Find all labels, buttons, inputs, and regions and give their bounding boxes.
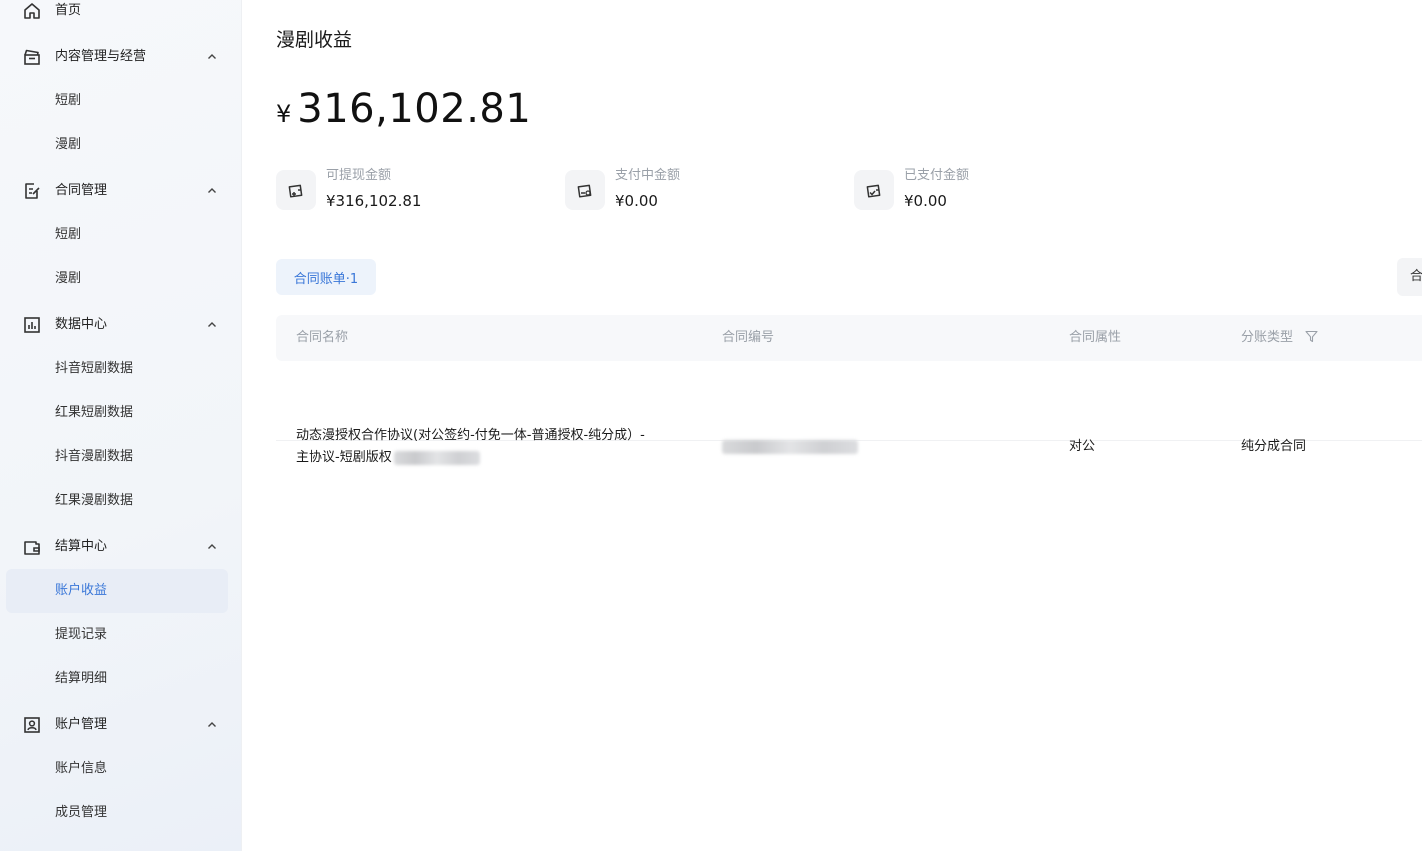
table-header: 合同名称 合同编号 合同属性 分账类型 (276, 315, 1422, 361)
sidebar-item-label: 首页 (55, 3, 82, 18)
clapperboard-icon (21, 46, 43, 68)
user-card-icon (21, 714, 43, 736)
sidebar-item-label: 漫剧 (55, 271, 82, 286)
sidebar-item-account-info[interactable]: 账户信息 (0, 747, 241, 791)
sidebar-group-content[interactable]: 内容管理与经营 (0, 35, 241, 79)
bar-chart-icon (21, 314, 43, 336)
stat-paid: 已支付金额 ¥0.00 (854, 168, 1104, 216)
cell-contract-number (722, 436, 858, 458)
sidebar-item-label: 账户信息 (55, 761, 108, 776)
total-currency: ¥ (276, 100, 292, 128)
redacted-text (393, 450, 480, 465)
page-title: 漫剧收益 (276, 29, 353, 51)
sidebar-item-content-short-drama[interactable]: 短剧 (0, 79, 241, 123)
sidebar-item-label: 抖音短剧数据 (55, 361, 134, 376)
chevron-up-icon[interactable] (206, 185, 218, 197)
cell-contract-name: 动态漫授权合作协议(对公签约-付免一体-普通授权-纯分成）- 主协议-短剧版权 (296, 425, 696, 469)
contract-table: 合同名称 合同编号 合同属性 分账类型 动态漫授权合作协议(对公签约-付免一体-… (276, 315, 1422, 465)
contract-name-line: 主协议-短剧版权 (296, 450, 392, 465)
total-earnings: ¥ 316,102.81 (276, 86, 531, 134)
sidebar-item-label: 红果短剧数据 (55, 405, 134, 420)
app: 首页 内容管理与经营 短剧 漫剧 合同管理 短剧 漫剧 数据中心 抖音短剧数据 … (0, 0, 1422, 851)
wallet-withdraw-icon (276, 170, 316, 210)
sidebar-item-label: 短剧 (55, 93, 82, 108)
stat-value: ¥0.00 (904, 192, 947, 210)
sidebar-item-contract-comic-drama[interactable]: 漫剧 (0, 257, 241, 301)
total-amount: 316,102.81 (297, 86, 532, 132)
sidebar-item-label: 成员管理 (55, 805, 108, 820)
contract-edit-icon (21, 180, 43, 202)
cell-split-type: 纯分成合同 (1241, 439, 1307, 454)
stat-value: ¥0.00 (615, 192, 658, 210)
sidebar-item-account-earnings[interactable]: 账户收益 (6, 569, 228, 613)
sidebar-item-member-management[interactable]: 成员管理 (0, 791, 241, 835)
stat-label: 支付中金额 (615, 168, 681, 183)
sidebar-item-hongguo-short-data[interactable]: 红果短剧数据 (0, 391, 241, 435)
sidebar-item-home[interactable]: 首页 (0, 0, 241, 33)
sidebar-group-account[interactable]: 账户管理 (0, 703, 241, 747)
sidebar-group-label: 账户管理 (55, 717, 108, 732)
sidebar-item-contract-short-drama[interactable]: 短剧 (0, 213, 241, 257)
wallet-paid-icon (854, 170, 894, 210)
column-header-split-type[interactable]: 分账类型 (1241, 330, 1318, 348)
wallet-icon (21, 536, 43, 558)
stat-paying: 支付中金额 ¥0.00 (565, 168, 815, 216)
sidebar-item-label: 提现记录 (55, 627, 108, 642)
column-header-contract-attribute: 合同属性 (1069, 330, 1122, 345)
table-row[interactable]: 动态漫授权合作协议(对公签约-付免一体-普通授权-纯分成）- 主协议-短剧版权 … (276, 361, 1422, 465)
sidebar-item-content-comic-drama[interactable]: 漫剧 (0, 123, 241, 167)
sidebar-item-hongguo-comic-data[interactable]: 红果漫剧数据 (0, 479, 241, 523)
sidebar-item-label: 抖音漫剧数据 (55, 449, 134, 464)
stat-value: ¥316,102.81 (326, 192, 422, 210)
stat-label: 可提现金额 (326, 168, 392, 183)
wallet-pending-icon (565, 170, 605, 210)
redacted-contract-number (722, 439, 858, 454)
home-icon (21, 0, 43, 22)
sidebar-item-label: 结算明细 (55, 671, 108, 686)
cell-contract-attribute: 对公 (1069, 439, 1096, 454)
tab-contract-bills[interactable]: 合同账单·1 (276, 259, 376, 295)
sidebar-item-label: 漫剧 (55, 137, 82, 152)
sidebar-group-label: 结算中心 (55, 539, 108, 554)
sidebar-item-douyin-short-data[interactable]: 抖音短剧数据 (0, 347, 241, 391)
chevron-up-icon[interactable] (206, 51, 218, 63)
column-header-contract-number: 合同编号 (722, 330, 775, 345)
sidebar-item-label: 红果漫剧数据 (55, 493, 134, 508)
sidebar: 首页 内容管理与经营 短剧 漫剧 合同管理 短剧 漫剧 数据中心 抖音短剧数据 … (0, 0, 242, 851)
sidebar-group-contract[interactable]: 合同管理 (0, 169, 241, 213)
toolbar-button-truncated[interactable]: 合 (1397, 258, 1422, 296)
sidebar-item-douyin-comic-data[interactable]: 抖音漫剧数据 (0, 435, 241, 479)
column-header-label: 分账类型 (1241, 330, 1294, 345)
chevron-up-icon[interactable] (206, 541, 218, 553)
sidebar-group-data[interactable]: 数据中心 (0, 303, 241, 347)
filter-icon[interactable] (1305, 330, 1318, 348)
sidebar-item-label: 短剧 (55, 227, 82, 242)
stat-label: 已支付金额 (904, 168, 970, 183)
stat-withdrawable: 可提现金额 ¥316,102.81 (276, 168, 526, 216)
contract-name-line: 动态漫授权合作协议(对公签约-付免一体-普通授权-纯分成）- (296, 428, 645, 443)
sidebar-group-label: 数据中心 (55, 317, 108, 332)
chevron-up-icon[interactable] (206, 319, 218, 331)
sidebar-item-withdraw-records[interactable]: 提现记录 (0, 613, 241, 657)
sidebar-group-settlement[interactable]: 结算中心 (0, 525, 241, 569)
chevron-up-icon[interactable] (206, 719, 218, 731)
main-content: 漫剧收益 ¥ 316,102.81 可提现金额 ¥316,102.81 支付中金… (242, 0, 1422, 851)
column-header-contract-name: 合同名称 (296, 330, 349, 345)
sidebar-item-settlement-details[interactable]: 结算明细 (0, 657, 241, 701)
contract-name-second-line: 主协议-短剧版权 (296, 447, 696, 469)
sidebar-group-label: 内容管理与经营 (55, 49, 147, 64)
sidebar-item-label: 账户收益 (55, 583, 108, 598)
sidebar-group-label: 合同管理 (55, 183, 108, 198)
